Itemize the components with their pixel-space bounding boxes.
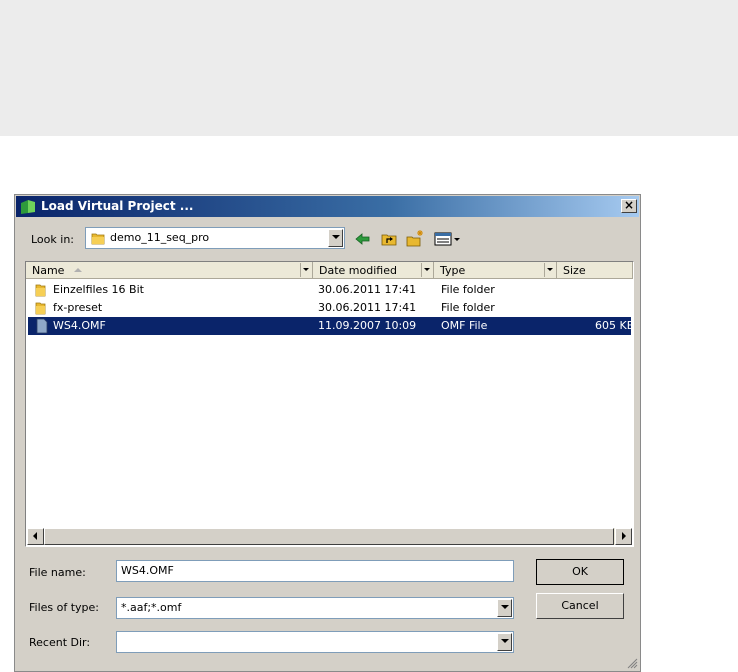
scroll-left-button[interactable] — [27, 528, 44, 545]
file-name: fx-preset — [53, 301, 103, 314]
file-name: Einzelfiles 16 Bit — [53, 283, 144, 296]
file-size: 605 KB — [595, 319, 635, 332]
column-label: Type — [440, 264, 466, 277]
chevron-down-icon[interactable] — [300, 263, 312, 277]
file-name: WS4.OMF — [53, 319, 106, 332]
view-menu-icon[interactable] — [433, 229, 463, 249]
file-date: 30.06.2011 17:41 — [318, 301, 417, 314]
file-name-field[interactable]: WS4.OMF — [116, 560, 514, 582]
recent-dir-dropdown[interactable] — [116, 631, 514, 653]
column-label: Name — [32, 264, 65, 277]
chevron-down-icon[interactable] — [328, 229, 343, 247]
file-date: 11.09.2007 10:09 — [318, 319, 417, 332]
look-in-label: Look in: — [31, 233, 74, 246]
title-bar[interactable]: Load Virtual Project ... × — [16, 196, 639, 217]
file-list[interactable]: Name Date modified Type Size Einzelfiles… — [25, 261, 634, 547]
recent-dir-label: Recent Dir: — [29, 636, 91, 649]
list-item[interactable]: Einzelfiles 16 Bit 30.06.2011 17:41 File… — [28, 281, 631, 299]
column-header-type[interactable]: Type — [434, 262, 557, 279]
file-name-value: WS4.OMF — [121, 564, 174, 577]
file-type: File folder — [441, 283, 495, 296]
file-type: File folder — [441, 301, 495, 314]
chevron-down-icon[interactable] — [544, 263, 556, 277]
file-type: OMF File — [441, 319, 488, 332]
folder-icon — [35, 284, 46, 297]
files-of-type-dropdown[interactable]: *.aaf;*.omf — [116, 597, 514, 619]
column-label: Date modified — [319, 264, 397, 277]
horizontal-scrollbar[interactable] — [27, 528, 632, 545]
column-label: Size — [563, 264, 586, 277]
sort-ascending-icon — [74, 268, 82, 272]
list-item-selected[interactable]: WS4.OMF 11.09.2007 10:09 OMF File 605 KB — [28, 317, 635, 335]
app-icon — [21, 200, 35, 214]
load-virtual-project-dialog: Load Virtual Project ... × Look in: demo… — [14, 194, 641, 672]
chevron-down-icon[interactable] — [421, 263, 433, 277]
omf-file-icon — [36, 318, 48, 334]
column-header-date-modified[interactable]: Date modified — [313, 262, 434, 279]
folder-icon — [35, 302, 46, 315]
scroll-right-button[interactable] — [615, 528, 632, 545]
files-of-type-value: *.aaf;*.omf — [121, 601, 182, 614]
arrow-left-icon — [33, 532, 37, 540]
arrow-right-icon — [622, 532, 626, 540]
back-icon[interactable] — [353, 229, 373, 249]
new-folder-icon[interactable] — [405, 229, 425, 249]
column-header-name[interactable]: Name — [26, 262, 313, 279]
chevron-down-icon[interactable] — [497, 633, 512, 651]
close-icon: × — [623, 198, 635, 212]
column-header-size[interactable]: Size — [557, 262, 633, 279]
ok-button[interactable]: OK — [536, 559, 624, 585]
scrollbar-thumb[interactable] — [44, 528, 614, 545]
cancel-button[interactable]: Cancel — [536, 593, 624, 619]
top-background-band — [0, 0, 738, 136]
look-in-dropdown[interactable]: demo_11_seq_pro — [85, 227, 345, 249]
list-item[interactable]: fx-preset 30.06.2011 17:41 File folder — [28, 299, 631, 317]
file-name-label: File name: — [29, 566, 86, 579]
folder-icon — [91, 233, 105, 245]
files-of-type-label: Files of type: — [29, 601, 100, 614]
window-title: Load Virtual Project ... — [41, 199, 194, 213]
resize-grip-icon[interactable] — [626, 657, 638, 669]
chevron-down-icon[interactable] — [497, 599, 512, 617]
up-folder-icon[interactable] — [379, 229, 399, 249]
file-date: 30.06.2011 17:41 — [318, 283, 417, 296]
look-in-value: demo_11_seq_pro — [110, 231, 210, 244]
close-button[interactable]: × — [621, 199, 637, 213]
